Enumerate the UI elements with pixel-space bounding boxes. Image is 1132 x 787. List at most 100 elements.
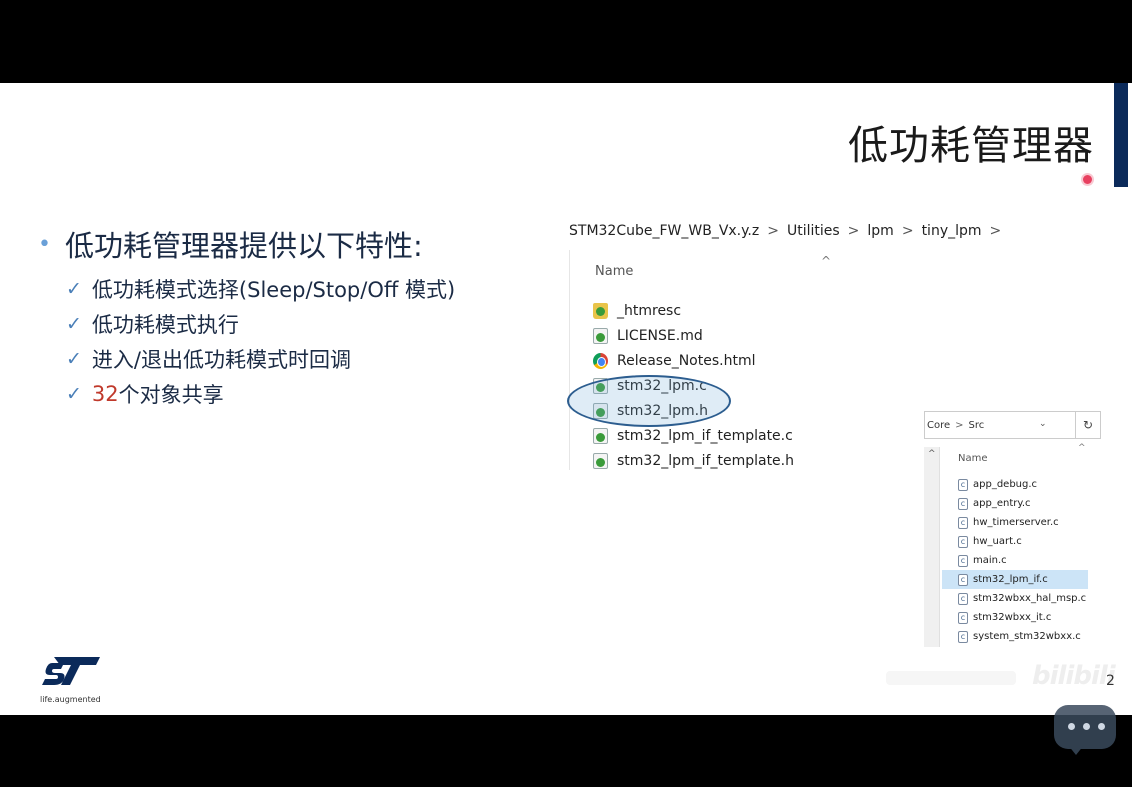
st-logo-icon [42, 657, 100, 685]
file-name: Release_Notes.html [617, 352, 756, 369]
file-name: app_entry.c [973, 498, 1031, 509]
src-file-list: c app_debug.c c app_entry.c c hw_timerserve… [942, 475, 1088, 646]
bullet-icon: • [38, 231, 51, 257]
sort-caret-icon[interactable]: ^ [821, 254, 831, 268]
feature-list: • 低功耗管理器提供以下特性: ✓ 低功耗模式选择(Sleep/Stop/Off… [38, 223, 558, 411]
bilibili-watermark: bilibili [1032, 661, 1116, 691]
watermark-text-faint [886, 671, 1016, 685]
file-name: hw_uart.c [973, 536, 1022, 547]
feature-item: ✓ 低功耗模式执行 [66, 306, 558, 341]
breadcrumb-chevron-icon: > [989, 223, 1002, 239]
breadcrumb-segment[interactable]: lpm [867, 223, 893, 239]
file-row[interactable]: stm32_lpm_if_template.c [593, 423, 794, 448]
chat-bubble-icon[interactable] [1050, 705, 1122, 759]
video-letterbox-bottom [0, 715, 1132, 787]
feature-item: ✓ 32 个对象共享 [66, 376, 558, 411]
st-logo: life.augmented [40, 655, 110, 705]
src-file-row-selected[interactable]: c stm32_lpm_if.c [942, 570, 1088, 589]
breadcrumb-segment[interactable]: Utilities [787, 223, 840, 239]
file-row[interactable]: Release_Notes.html [593, 348, 794, 373]
c-file-icon: c [958, 592, 968, 605]
check-icon: ✓ [66, 277, 82, 300]
path-dropdown-icon[interactable]: ⌄ [1039, 419, 1047, 429]
file-explorer-main: ^ Name _htmresc LICENSE.md Release_Notes… [569, 250, 969, 470]
cursor-dot-icon [1083, 175, 1092, 184]
c-file-icon: c [958, 478, 968, 491]
src-file-row[interactable]: c main.c [942, 551, 1088, 570]
file-row[interactable]: _htmresc [593, 298, 794, 323]
src-file-row[interactable]: c stm32wbxx_it.c [942, 608, 1088, 627]
file-name: system_stm32wbxx.c [973, 631, 1081, 642]
file-row[interactable]: stm32_lpm_if_template.h [593, 448, 794, 473]
file-name: main.c [973, 555, 1007, 566]
src-file-row[interactable]: c app_debug.c [942, 475, 1088, 494]
breadcrumb-segment[interactable]: tiny_lpm [922, 223, 982, 239]
path-segment[interactable]: Src [969, 420, 985, 431]
breadcrumb-chevron-icon: > [767, 223, 779, 239]
document-icon [593, 427, 608, 444]
c-file-icon: c [958, 611, 968, 624]
object-count: 32 [91, 381, 119, 406]
path-chevron-icon: > [955, 419, 964, 431]
video-letterbox-top [0, 0, 1132, 83]
src-file-row[interactable]: c hw_timerserver.c [942, 513, 1088, 532]
file-name: stm32_lpm_if_template.c [617, 427, 793, 444]
path-segment[interactable]: Core [927, 420, 950, 431]
feature-item: ✓ 低功耗模式选择(Sleep/Stop/Off 模式) [66, 271, 558, 306]
document-icon [593, 327, 608, 344]
breadcrumb-chevron-icon: > [901, 223, 914, 239]
logo-tagline: life.augmented [40, 695, 101, 704]
highlight-ellipse [567, 375, 731, 427]
feature-heading-text: 低功耗管理器提供以下特性: [64, 229, 423, 263]
file-name: LICENSE.md [617, 327, 703, 344]
file-name: app_debug.c [973, 479, 1038, 490]
pane-divider [569, 250, 570, 470]
c-file-icon: c [958, 516, 968, 529]
chat-dots-icon [1068, 723, 1105, 730]
sort-caret-icon[interactable]: ^ [1078, 443, 1086, 453]
c-file-icon: c [958, 573, 968, 586]
name-column-header[interactable]: Name [958, 453, 988, 464]
file-explorer-src: Core > Src ⌄ ↻ ^ ^ Name c app_debug.c c ap… [924, 411, 1101, 647]
name-column-header[interactable]: Name [595, 264, 633, 279]
src-file-row[interactable]: c stm32wbxx_hal_msp.c [942, 589, 1088, 608]
src-file-row[interactable]: c hw_uart.c [942, 532, 1088, 551]
check-icon: ✓ [66, 347, 82, 370]
page-number: 2 [1106, 673, 1115, 689]
check-icon: ✓ [66, 312, 82, 335]
src-file-row[interactable]: c app_entry.c [942, 494, 1088, 513]
c-file-icon: c [958, 497, 968, 510]
c-file-icon: c [958, 535, 968, 548]
feature-heading: • 低功耗管理器提供以下特性: [38, 223, 558, 265]
slide-accent-bar [1114, 83, 1128, 187]
feature-item-text: 个对象共享 [118, 382, 224, 407]
file-row[interactable]: LICENSE.md [593, 323, 794, 348]
src-file-row[interactable]: c system_stm32wbxx.c [942, 627, 1088, 646]
feature-sub-list: ✓ 低功耗模式选择(Sleep/Stop/Off 模式) ✓ 低功耗模式执行 ✓… [66, 271, 558, 411]
file-name: stm32_lpm_if_template.h [617, 452, 794, 469]
feature-item-text: 进入/退出低功耗模式时回调 [91, 347, 351, 372]
breadcrumb-segment[interactable]: STM32Cube_FW_WB_Vx.y.z [569, 223, 759, 239]
explorer-breadcrumb: STM32Cube_FW_WB_Vx.y.z > Utilities > lpm > tin… [569, 223, 1009, 239]
feature-item-text: 低功耗模式执行 [91, 312, 239, 337]
scrollbar[interactable]: ^ [924, 447, 940, 647]
document-icon [593, 452, 608, 469]
scroll-up-icon[interactable]: ^ [928, 449, 936, 459]
src-path-bar[interactable]: Core > Src ⌄ ↻ [924, 411, 1101, 439]
file-name: _htmresc [617, 302, 682, 319]
breadcrumb-chevron-icon: > [847, 223, 860, 239]
chrome-icon [593, 352, 608, 369]
check-icon: ✓ [66, 382, 82, 405]
c-file-icon: c [958, 554, 968, 567]
folder-icon [593, 302, 608, 319]
feature-item-text: 低功耗模式选择(Sleep/Stop/Off 模式) [91, 277, 456, 302]
slide-title: 低功耗管理器 [848, 123, 1094, 169]
file-name: stm32wbxx_hal_msp.c [973, 593, 1087, 604]
file-name: hw_timerserver.c [973, 517, 1059, 528]
c-file-icon: c [958, 630, 968, 643]
file-name: stm32_lpm_if.c [973, 574, 1048, 585]
refresh-icon[interactable]: ↻ [1075, 411, 1101, 439]
slide: 低功耗管理器 • 低功耗管理器提供以下特性: ✓ 低功耗模式选择(Sleep/S… [6, 83, 1128, 715]
feature-item: ✓ 进入/退出低功耗模式时回调 [66, 341, 558, 376]
file-name: stm32wbxx_it.c [973, 612, 1052, 623]
